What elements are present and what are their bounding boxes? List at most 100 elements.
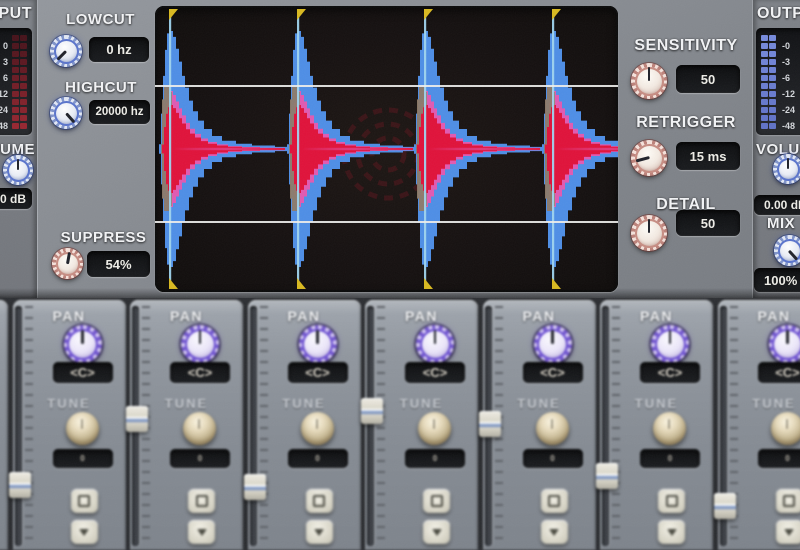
pan-value[interactable]: <C> (53, 362, 113, 383)
trigger-marker-line[interactable] (297, 10, 299, 288)
output-volume-value[interactable]: 0.00 dB (754, 195, 800, 215)
tune-knob[interactable] (301, 412, 334, 445)
sample-prev-button[interactable] (71, 489, 98, 513)
fader-handle[interactable] (596, 463, 618, 489)
fader-track[interactable] (15, 306, 22, 546)
highcut-knob[interactable] (50, 97, 82, 129)
sensitivity-value[interactable]: 50 (676, 65, 740, 93)
channel-strip: PAN<C>TUNE0 (13, 300, 126, 550)
pan-value[interactable]: <C> (640, 362, 700, 383)
threshold-line[interactable] (155, 85, 618, 87)
channel-strip: PAN<C>TUNE0 (248, 300, 361, 550)
tune-value[interactable]: 0 (288, 449, 348, 468)
meter-led (12, 107, 19, 113)
down-arrow-icon (549, 529, 559, 536)
sample-next-button[interactable] (658, 520, 685, 544)
tune-knob[interactable] (653, 412, 686, 445)
main-panel: INPUT 036122448 VOLUME 0.00 dB LOWCUT 0 … (0, 0, 800, 298)
tune-value[interactable]: 0 (170, 449, 230, 468)
fader-track[interactable] (367, 306, 374, 546)
sensitivity-knob[interactable] (631, 63, 667, 99)
fader-handle[interactable] (714, 493, 736, 519)
meter-led (769, 51, 776, 57)
sample-prev-button[interactable] (658, 489, 685, 513)
sample-prev-button[interactable] (306, 489, 333, 513)
tune-knob[interactable] (536, 412, 569, 445)
trigger-marker-line[interactable] (169, 10, 171, 288)
pan-value[interactable]: <C> (758, 362, 800, 383)
pan-knob[interactable] (299, 325, 337, 363)
trigger-marker-line[interactable] (424, 10, 426, 288)
sample-next-button[interactable] (776, 520, 800, 544)
meter-led (12, 43, 19, 49)
sample-next-button[interactable] (423, 520, 450, 544)
suppress-knob[interactable] (52, 248, 83, 279)
input-volume-knob[interactable] (3, 155, 33, 185)
input-volume-value[interactable]: 0.00 dB (0, 188, 32, 209)
sample-next-button[interactable] (541, 520, 568, 544)
tune-knob[interactable] (771, 412, 800, 445)
mix-knob[interactable] (774, 235, 800, 266)
suppress-value[interactable]: 54% (87, 251, 150, 277)
down-arrow-icon (197, 529, 207, 536)
meter-led (20, 123, 27, 129)
pan-knob[interactable] (416, 325, 454, 363)
retrigger-label: RETRIGGER (621, 114, 751, 132)
down-arrow-icon (784, 529, 794, 536)
fader-handle[interactable] (244, 474, 266, 500)
fader-ticks (612, 306, 620, 546)
pan-knob[interactable] (64, 325, 102, 363)
threshold-line[interactable] (155, 221, 618, 223)
pan-knob[interactable] (181, 325, 219, 363)
tune-value[interactable]: 0 (405, 449, 465, 468)
pan-knob[interactable] (534, 325, 572, 363)
highcut-value[interactable]: 20000 hz (89, 100, 150, 124)
sample-next-button[interactable] (306, 520, 333, 544)
sample-prev-button[interactable] (188, 489, 215, 513)
tune-knob[interactable] (183, 412, 216, 445)
tune-value[interactable]: 0 (640, 449, 700, 468)
fader-track[interactable] (250, 306, 257, 546)
sample-prev-button[interactable] (776, 489, 800, 513)
trigger-marker-line[interactable] (552, 10, 554, 288)
lowcut-value[interactable]: 0 hz (89, 37, 149, 62)
pan-value[interactable]: <C> (523, 362, 583, 383)
output-volume-knob[interactable] (773, 154, 800, 184)
sample-next-button[interactable] (71, 520, 98, 544)
sample-next-button[interactable] (188, 520, 215, 544)
retrigger-knob[interactable] (631, 140, 667, 176)
pan-value[interactable]: <C> (170, 362, 230, 383)
down-arrow-icon (432, 529, 442, 536)
fader-handle[interactable] (9, 472, 31, 498)
down-arrow-icon (314, 529, 324, 536)
waveform-display[interactable] (155, 6, 618, 292)
pan-value[interactable]: <C> (288, 362, 348, 383)
tune-knob[interactable] (66, 412, 99, 445)
fader-ticks (25, 306, 33, 546)
square-icon (783, 495, 795, 507)
mix-label: MIX (767, 215, 800, 232)
pan-knob[interactable] (651, 325, 689, 363)
fader-handle[interactable] (479, 411, 501, 437)
meter-led (761, 99, 768, 105)
retrigger-value[interactable]: 15 ms (676, 142, 740, 170)
pan-knob[interactable] (769, 325, 800, 363)
meter-scale-label: 3 (0, 59, 8, 65)
meter-led (20, 43, 27, 49)
mix-value[interactable]: 100% (754, 268, 800, 292)
sample-prev-button[interactable] (423, 489, 450, 513)
detail-value[interactable]: 50 (676, 210, 740, 236)
pan-value[interactable]: <C> (405, 362, 465, 383)
decay-tail (429, 148, 549, 150)
square-icon (548, 495, 560, 507)
fader-track[interactable] (602, 306, 609, 546)
lowcut-knob[interactable] (50, 35, 82, 67)
detail-knob[interactable] (631, 215, 667, 251)
meter-scale-label: 0 (0, 43, 8, 49)
tune-value[interactable]: 0 (758, 449, 800, 468)
tune-value[interactable]: 0 (523, 449, 583, 468)
tune-knob[interactable] (418, 412, 451, 445)
sample-prev-button[interactable] (541, 489, 568, 513)
tune-value[interactable]: 0 (53, 449, 113, 468)
meter-led (12, 67, 19, 73)
